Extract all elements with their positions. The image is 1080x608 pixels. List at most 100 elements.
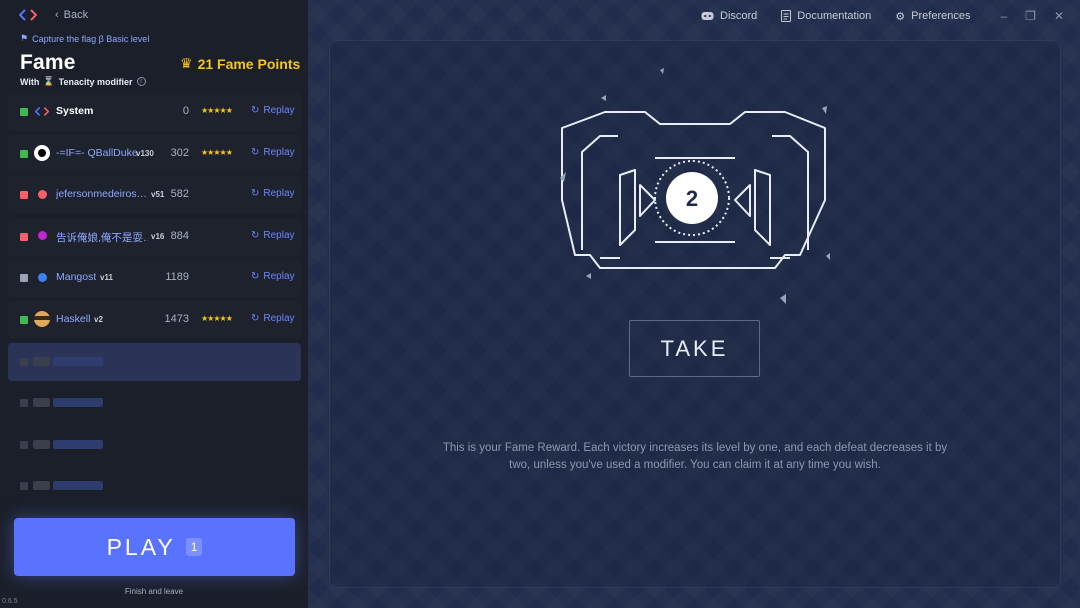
- player-score: 582: [170, 188, 189, 201]
- empty-slot[interactable]: [8, 384, 301, 422]
- breadcrumb-label: Capture the flag β Basic level: [32, 33, 150, 44]
- replay-button[interactable]: ↻ Replay: [251, 188, 295, 199]
- placeholder-square: [20, 357, 28, 366]
- table-row[interactable]: 告诉俺娘,俺不是耍… v16 884 ↻ Replay: [8, 217, 301, 256]
- table-row[interactable]: System 0 ★★★★★ ↻ Replay: [8, 93, 301, 131]
- preferences-link[interactable]: ⚙ Preferences: [895, 10, 970, 23]
- avatar: [34, 310, 50, 327]
- crown-icon: ♛: [180, 55, 193, 71]
- breadcrumb[interactable]: ⚑ Capture the flag β Basic level: [20, 33, 149, 44]
- player-version: v16: [151, 231, 165, 241]
- replay-icon: ↻: [251, 271, 260, 283]
- avatar: [34, 103, 50, 119]
- placeholder-bar: [33, 439, 50, 449]
- window-controls: – ❐ ✕: [1000, 9, 1064, 23]
- replay-button[interactable]: ↻ Replay: [251, 313, 295, 324]
- replay-label: Replay: [263, 271, 295, 283]
- placeholder-bar: [53, 398, 103, 408]
- player-score: 0: [182, 105, 189, 117]
- player-score: 1189: [165, 271, 189, 284]
- status-square: [20, 108, 28, 116]
- fame-reward-emblem: 2: [560, 68, 830, 304]
- placeholder-bar: [53, 481, 103, 491]
- player-name: 告诉俺娘,俺不是耍…: [56, 231, 148, 244]
- placeholder-bar: [53, 439, 103, 449]
- player-name: -=IF=- QBallDuke: [56, 146, 138, 159]
- flag-icon: ⚑: [20, 33, 29, 43]
- table-row[interactable]: -=IF=- QBallDuke v130 302 ★★★★★ ↻ Replay: [8, 134, 301, 173]
- replay-label: Replay: [263, 312, 295, 324]
- back-button[interactable]: ‹ Back: [55, 9, 88, 21]
- table-row[interactable]: jefersonmedeiros… v51 582 ↻ Replay: [8, 176, 301, 215]
- replay-button[interactable]: ↻ Replay: [251, 271, 295, 282]
- take-button[interactable]: TAKE: [629, 320, 760, 377]
- table-row[interactable]: Haskell v2 1473 ★★★★★ ↻ Replay: [8, 300, 301, 339]
- player-name: Haskell: [56, 312, 91, 325]
- gear-icon: ⚙: [895, 10, 906, 23]
- play-count-badge: 1: [185, 538, 203, 556]
- back-label: Back: [63, 9, 89, 21]
- placeholder-square: [20, 399, 28, 408]
- restore-icon[interactable]: ❐: [1025, 9, 1036, 23]
- player-score: 1473: [164, 312, 189, 325]
- replay-label: Replay: [263, 146, 295, 158]
- app-version: 0.6.5: [2, 598, 18, 605]
- chevron-left-icon: ‹: [55, 9, 59, 21]
- replay-icon: ↻: [251, 229, 260, 241]
- placeholder-bar: [33, 398, 50, 408]
- player-version: v51: [151, 190, 165, 200]
- leaderboard: System 0 ★★★★★ ↻ Replay -=IF=- QBallDuke…: [8, 93, 301, 509]
- modifier-line: With ⌛ Tenacity modifier i: [20, 76, 146, 87]
- replay-button[interactable]: ↻ Replay: [251, 147, 295, 158]
- empty-slot[interactable]: [8, 342, 301, 381]
- player-score: 302: [170, 146, 189, 159]
- player-score: 884: [170, 229, 189, 242]
- placeholder-bar: [33, 481, 50, 491]
- sidebar: ‹ Back ⚑ Capture the flag β Basic level …: [0, 0, 308, 608]
- top-bar: Discord Documentation ⚙ Preferences – ❐ …: [701, 9, 1064, 23]
- empty-slot[interactable]: [8, 426, 301, 464]
- modifier-prefix: With: [20, 76, 40, 87]
- reward-description: This is your Fame Reward. Each victory i…: [442, 442, 948, 471]
- status-square: [20, 315, 28, 324]
- minimize-icon[interactable]: –: [1000, 9, 1007, 23]
- finish-and-leave-link[interactable]: Finish and leave: [0, 587, 308, 596]
- stars-badge: ★★★★★: [201, 313, 233, 323]
- empty-slot[interactable]: [8, 467, 301, 505]
- sidebar-topbar: ‹ Back: [0, 0, 308, 30]
- info-icon[interactable]: i: [136, 77, 146, 86]
- stars-badge: ★★★★★: [201, 147, 233, 157]
- discord-icon: [701, 12, 714, 20]
- documentation-label: Documentation: [797, 10, 872, 22]
- hourglass-icon: ⌛: [43, 76, 55, 86]
- reward-level: 2: [686, 186, 698, 211]
- replay-button[interactable]: ↻ Replay: [251, 105, 295, 116]
- stars-badge: ★★★★★: [201, 106, 233, 115]
- replay-button[interactable]: ↻ Replay: [251, 230, 295, 241]
- player-version: v130: [136, 148, 154, 158]
- table-row[interactable]: Mangost v11 1189 ↻ Replay: [8, 259, 301, 298]
- player-name: jefersonmedeiros…: [56, 188, 148, 201]
- avatar: [34, 269, 50, 285]
- placeholder-square: [20, 482, 28, 491]
- app-logo-icon[interactable]: [19, 8, 37, 22]
- replay-icon: ↻: [251, 312, 260, 324]
- player-name: System: [56, 105, 94, 117]
- avatar: [34, 144, 50, 161]
- documentation-link[interactable]: Documentation: [781, 10, 871, 22]
- player-version: v11: [100, 273, 113, 283]
- status-square: [20, 232, 28, 241]
- avatar: [34, 228, 50, 244]
- avatar: [34, 186, 50, 202]
- play-button[interactable]: PLAY 1: [14, 518, 295, 576]
- close-icon[interactable]: ✕: [1054, 9, 1064, 23]
- placeholder-square: [20, 440, 28, 449]
- preferences-label: Preferences: [911, 10, 971, 22]
- replay-icon: ↻: [251, 188, 260, 200]
- discord-link[interactable]: Discord: [701, 10, 757, 22]
- replay-icon: ↻: [251, 105, 260, 116]
- status-square: [20, 149, 28, 158]
- placeholder-bar: [53, 356, 103, 366]
- play-label: PLAY: [106, 533, 176, 560]
- page-title: Fame: [20, 51, 76, 74]
